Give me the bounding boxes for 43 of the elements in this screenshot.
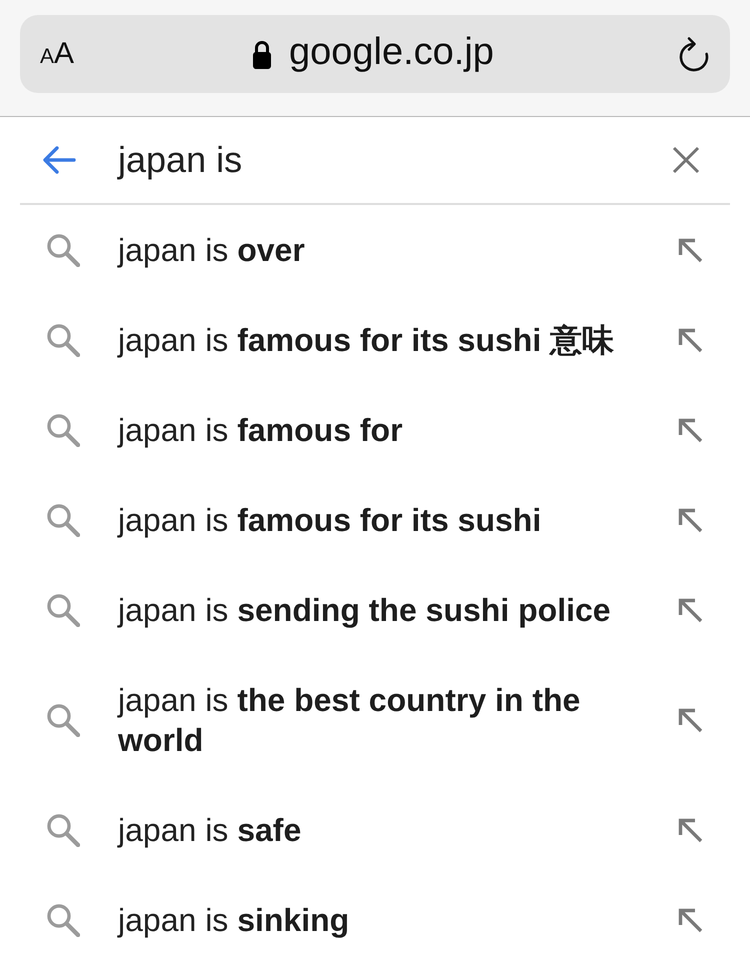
arrow-up-left-icon [677,417,703,443]
suggestion-text[interactable]: japan is sinking [118,900,640,940]
suggestion-text[interactable]: japan is safe [118,810,640,850]
reload-button[interactable] [678,36,710,72]
search-icon [46,903,80,937]
text-size-button[interactable]: AA [40,39,74,69]
fill-query-button[interactable] [677,907,703,933]
reload-icon [678,36,710,72]
lock-icon [252,39,272,69]
search-icon [46,593,80,627]
search-icon [46,233,80,267]
suggestion-text[interactable]: japan is over [118,230,640,270]
arrow-up-left-icon [677,817,703,843]
search-icon [46,703,80,737]
url-text[interactable]: google.co.jp [289,33,494,75]
arrow-up-left-icon [677,507,703,533]
fill-query-button[interactable] [677,817,703,843]
search-icon [46,413,80,447]
suggestion-text[interactable]: japan is the best country in the world [118,680,640,760]
address-bar[interactable]: AA google.co.jp [20,15,730,93]
clear-button[interactable] [672,146,700,174]
search-icon [46,503,80,537]
suggestion-text[interactable]: japan is famous for its sushi [118,500,640,540]
arrow-up-left-icon [677,907,703,933]
close-icon [672,146,700,174]
arrow-up-left-icon [677,237,703,263]
suggestion-text[interactable]: japan is famous for its sushi 意味 [118,320,640,360]
search-field[interactable]: japan is [118,137,652,183]
fill-query-button[interactable] [677,507,703,533]
arrow-up-left-icon [677,327,703,353]
fill-query-button[interactable] [677,417,703,443]
fill-query-button[interactable] [677,597,703,623]
search-icon [46,323,80,357]
back-button[interactable] [42,145,76,175]
search-icon [46,813,80,847]
back-arrow-icon [42,145,76,175]
fill-query-button[interactable] [677,707,703,733]
fill-query-button[interactable] [677,327,703,353]
arrow-up-left-icon [677,707,703,733]
fill-query-button[interactable] [677,237,703,263]
suggestion-text[interactable]: japan is sending the sushi police [118,590,640,630]
suggestion-text[interactable]: japan is famous for [118,410,640,450]
arrow-up-left-icon [677,597,703,623]
